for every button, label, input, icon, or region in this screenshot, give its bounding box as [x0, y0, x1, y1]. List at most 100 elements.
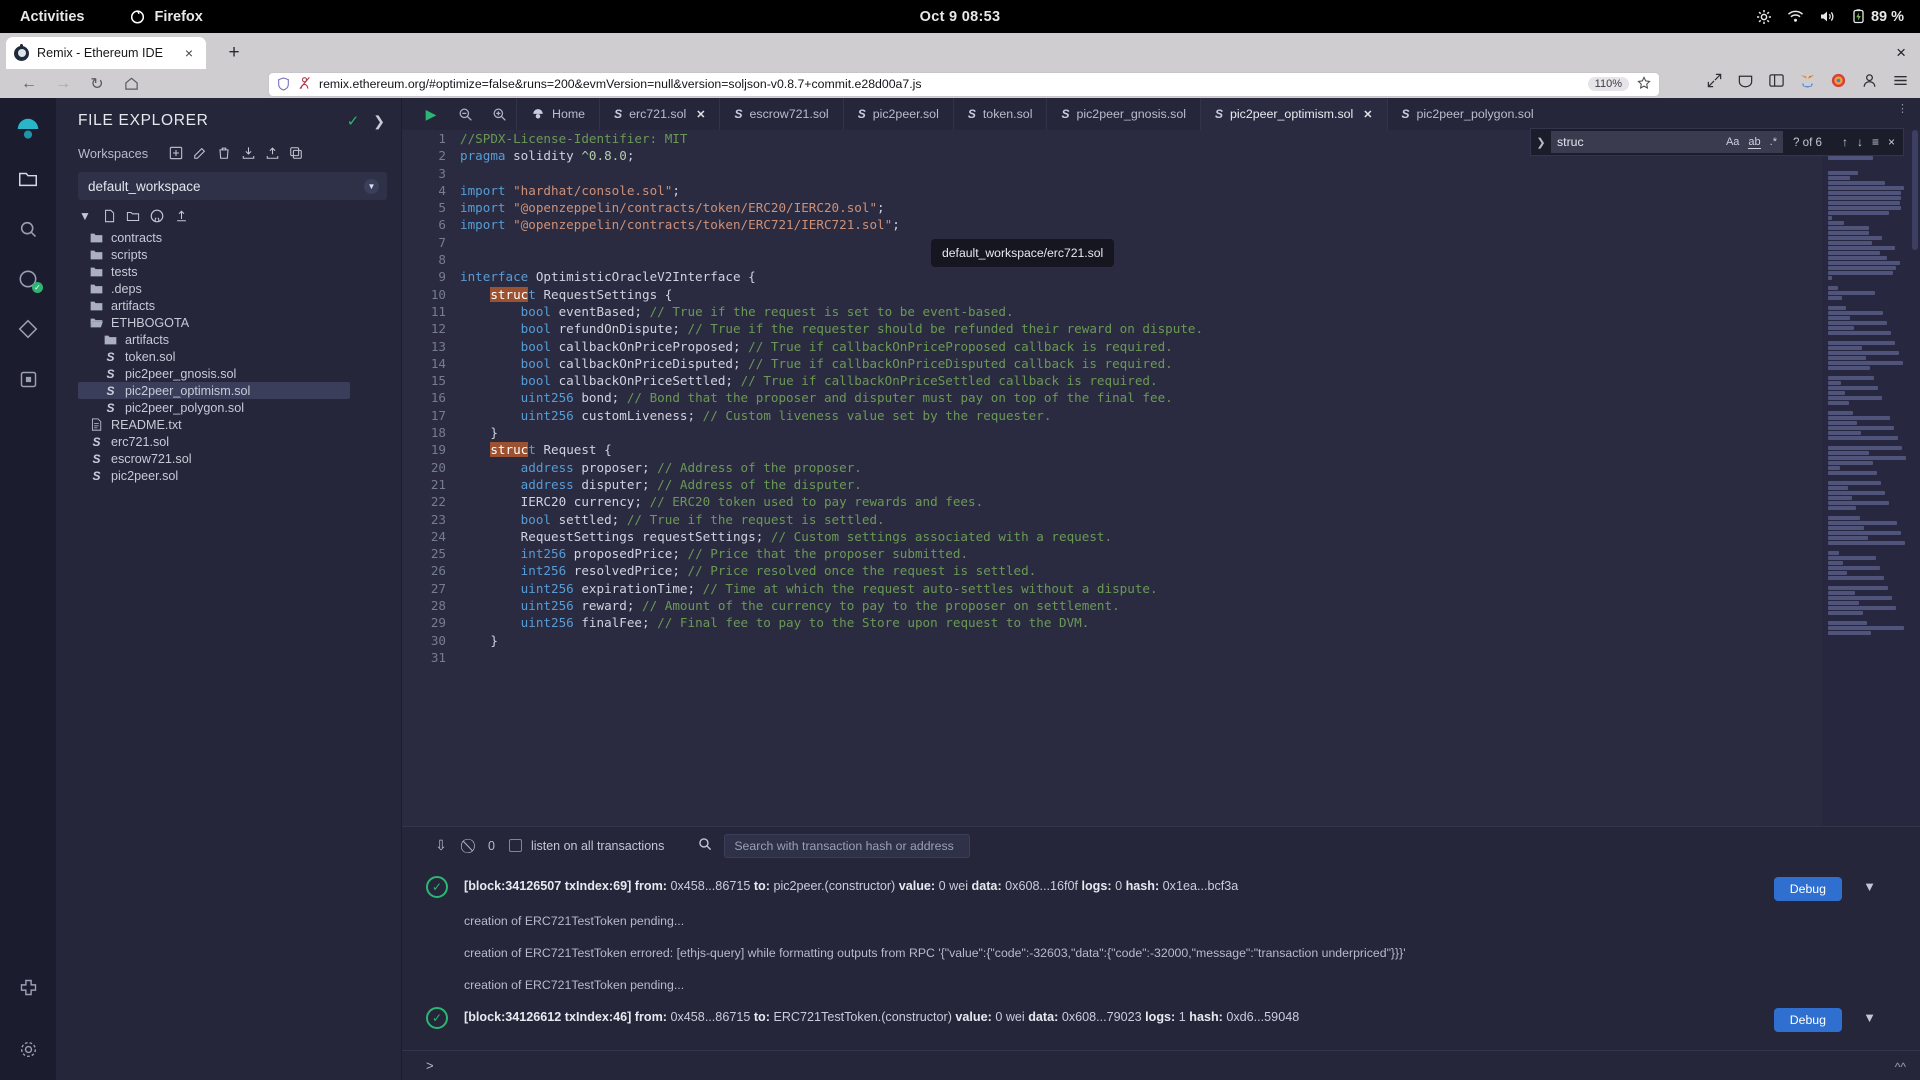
code-text[interactable]: import "@openzeppelin/contracts/token/ER…	[460, 216, 900, 233]
new-file-icon[interactable]	[102, 209, 116, 223]
match-case-icon[interactable]: Aa	[1726, 136, 1739, 148]
workspace-selector[interactable]: default_workspace ▼	[78, 172, 387, 200]
rename-workspace-icon[interactable]	[188, 142, 212, 164]
editor-tab-escrow721-sol[interactable]: Sescrow721.sol	[719, 98, 842, 130]
forward-button[interactable]: →	[46, 72, 80, 96]
code-content[interactable]: 1 //SPDX-License-Identifier: MIT 2 pragma s…	[402, 130, 1822, 826]
new-folder-icon[interactable]	[126, 209, 140, 223]
listen-all-transactions-checkbox[interactable]	[508, 839, 522, 852]
shield-icon[interactable]	[277, 77, 290, 91]
editor-expand-icon[interactable]: ⋮	[1897, 102, 1908, 115]
sidebar-toggle-icon[interactable]	[1766, 70, 1786, 90]
regex-icon[interactable]: .*	[1770, 136, 1777, 148]
editor-tab-pic2peer-gnosis-sol[interactable]: Spic2peer_gnosis.sol	[1046, 98, 1200, 130]
run-script-icon[interactable]: ▶	[414, 99, 448, 129]
find-next-icon[interactable]: ↓	[1857, 135, 1863, 149]
plugin-manager-icon[interactable]	[7, 966, 49, 1008]
find-all-icon[interactable]: ≡	[1872, 135, 1879, 149]
close-tab-icon[interactable]: ×	[180, 44, 198, 62]
upload-workspace-icon[interactable]	[260, 142, 284, 164]
volume-icon[interactable]	[1819, 9, 1836, 24]
check-icon[interactable]: ✓	[347, 112, 360, 130]
tree-item-scripts[interactable]: scripts	[78, 246, 401, 263]
tree-item-pic2peer-sol[interactable]: Spic2peer.sol	[78, 467, 401, 484]
file-explorer-icon[interactable]	[7, 158, 49, 200]
tree-item-pic2peer-optimism-sol[interactable]: Spic2peer_optimism.sol	[78, 382, 350, 399]
code-text[interactable]: struct RequestSettings {	[460, 286, 672, 303]
deploy-run-icon[interactable]	[7, 308, 49, 350]
zoom-in-icon[interactable]	[482, 99, 516, 129]
browser-tab-remix[interactable]: Remix - Ethereum IDE ×	[6, 37, 206, 69]
code-text[interactable]: struct Request {	[460, 441, 612, 458]
code-text[interactable]: int256 resolvedPrice; // Price resolved …	[460, 562, 1037, 579]
code-text[interactable]: uint256 bond; // Bond that the proposer …	[460, 389, 1173, 406]
save-to-pocket-icon[interactable]	[1735, 70, 1755, 90]
chevron-down-icon[interactable]: ▼	[1863, 1010, 1876, 1025]
code-text[interactable]: bool refundOnDispute; // True if the req…	[460, 320, 1203, 337]
firefox-app-menu[interactable]: Firefox	[130, 9, 203, 25]
window-close-button[interactable]: ×	[1896, 43, 1906, 63]
debugger-icon[interactable]	[7, 358, 49, 400]
code-text[interactable]: uint256 reward; // Amount of the currenc…	[460, 597, 1120, 614]
create-workspace-icon[interactable]	[164, 142, 188, 164]
new-tab-button[interactable]: +	[223, 42, 245, 64]
code-text[interactable]: bool callbackOnPriceProposed; // True if…	[460, 338, 1173, 355]
solidity-compiler-icon[interactable]: ✓	[7, 258, 49, 300]
gnome-clock[interactable]: Oct 9 08:53	[920, 9, 1001, 25]
app-menu-icon[interactable]	[1890, 70, 1910, 90]
code-text[interactable]: //SPDX-License-Identifier: MIT	[460, 130, 687, 147]
close-tab-icon[interactable]: ✕	[696, 108, 705, 121]
chevron-down-icon[interactable]: ▼	[364, 178, 379, 194]
settings-icon[interactable]	[1756, 9, 1772, 25]
noscript-icon[interactable]	[298, 76, 311, 93]
code-text[interactable]: }	[460, 424, 498, 441]
code-text[interactable]: bool settled; // True if the request is …	[460, 511, 885, 528]
search-icon[interactable]	[698, 837, 712, 854]
editor-minimap[interactable]	[1822, 130, 1920, 826]
reload-button[interactable]: ↻	[80, 72, 114, 96]
close-tab-icon[interactable]: ✕	[1363, 108, 1372, 121]
delete-workspace-icon[interactable]	[212, 142, 236, 164]
code-text[interactable]: pragma solidity ^0.8.0;	[460, 147, 634, 164]
code-text[interactable]: import "hardhat/console.sol";	[460, 182, 680, 199]
code-text[interactable]: interface OptimisticOracleV2Interface {	[460, 268, 756, 285]
chevron-down-icon[interactable]: ▼	[1863, 879, 1876, 894]
extension-metamask-icon[interactable]	[1797, 70, 1817, 90]
find-previous-icon[interactable]: ↑	[1842, 135, 1848, 149]
tab-home[interactable]: Home	[516, 98, 599, 130]
tree-item-token-sol[interactable]: Stoken.sol	[78, 348, 401, 365]
tree-item--deps[interactable]: .deps	[78, 280, 401, 297]
code-text[interactable]: bool eventBased; // True if the request …	[460, 303, 1014, 320]
tree-item-tests[interactable]: tests	[78, 263, 401, 280]
activities-button[interactable]: Activities	[20, 9, 84, 25]
transaction-log-row[interactable]: ✓ [block:34126612 txIndex:46] from: 0x458…	[402, 1001, 1920, 1036]
remix-logo-icon[interactable]	[7, 108, 49, 150]
tree-item-pic2peer-polygon-sol[interactable]: Spic2peer_polygon.sol	[78, 399, 401, 416]
code-text[interactable]: }	[460, 632, 498, 649]
tree-item-readme-txt[interactable]: README.txt	[78, 416, 401, 433]
code-text[interactable]: bool callbackOnPriceDisputed; // True if…	[460, 355, 1173, 372]
back-button[interactable]: ←	[12, 72, 46, 96]
home-button[interactable]	[114, 72, 148, 96]
duplicate-workspace-icon[interactable]	[284, 142, 308, 164]
editor-tab-erc721-sol[interactable]: Serc721.sol ✕	[599, 98, 719, 130]
debug-button[interactable]: Debug	[1773, 877, 1842, 901]
github-icon[interactable]	[150, 209, 164, 223]
tree-item-artifacts[interactable]: artifacts	[78, 331, 401, 348]
code-text[interactable]: IERC20 currency; // ERC20 token used to …	[460, 493, 984, 510]
account-icon[interactable]	[1859, 70, 1879, 90]
url-bar[interactable]: remix.ethereum.org/#optimize=false&runs=…	[268, 71, 1660, 97]
chevron-right-icon[interactable]: ❯	[373, 113, 385, 130]
editor-tab-token-sol[interactable]: Stoken.sol	[952, 98, 1047, 130]
editor-tab-pic2peer-optimism-sol[interactable]: Spic2peer_optimism.sol ✕	[1200, 98, 1387, 130]
editor-tab-pic2peer-sol[interactable]: Spic2peer.sol	[842, 98, 953, 130]
tree-item-escrow721-sol[interactable]: Sescrow721.sol	[78, 450, 401, 467]
terminal-prompt[interactable]: >	[402, 1050, 1920, 1080]
code-text[interactable]: uint256 expirationTime; // Time at which…	[460, 580, 1158, 597]
zoom-level-badge[interactable]: 110%	[1587, 77, 1629, 91]
code-text[interactable]: address disputer; // Address of the disp…	[460, 476, 862, 493]
tree-item-contracts[interactable]: contracts	[78, 229, 401, 246]
debug-button[interactable]: Debug	[1773, 1008, 1842, 1032]
code-text[interactable]: import "@openzeppelin/contracts/token/ER…	[460, 199, 885, 216]
find-input[interactable]: struc Aa ab .*	[1551, 131, 1783, 153]
